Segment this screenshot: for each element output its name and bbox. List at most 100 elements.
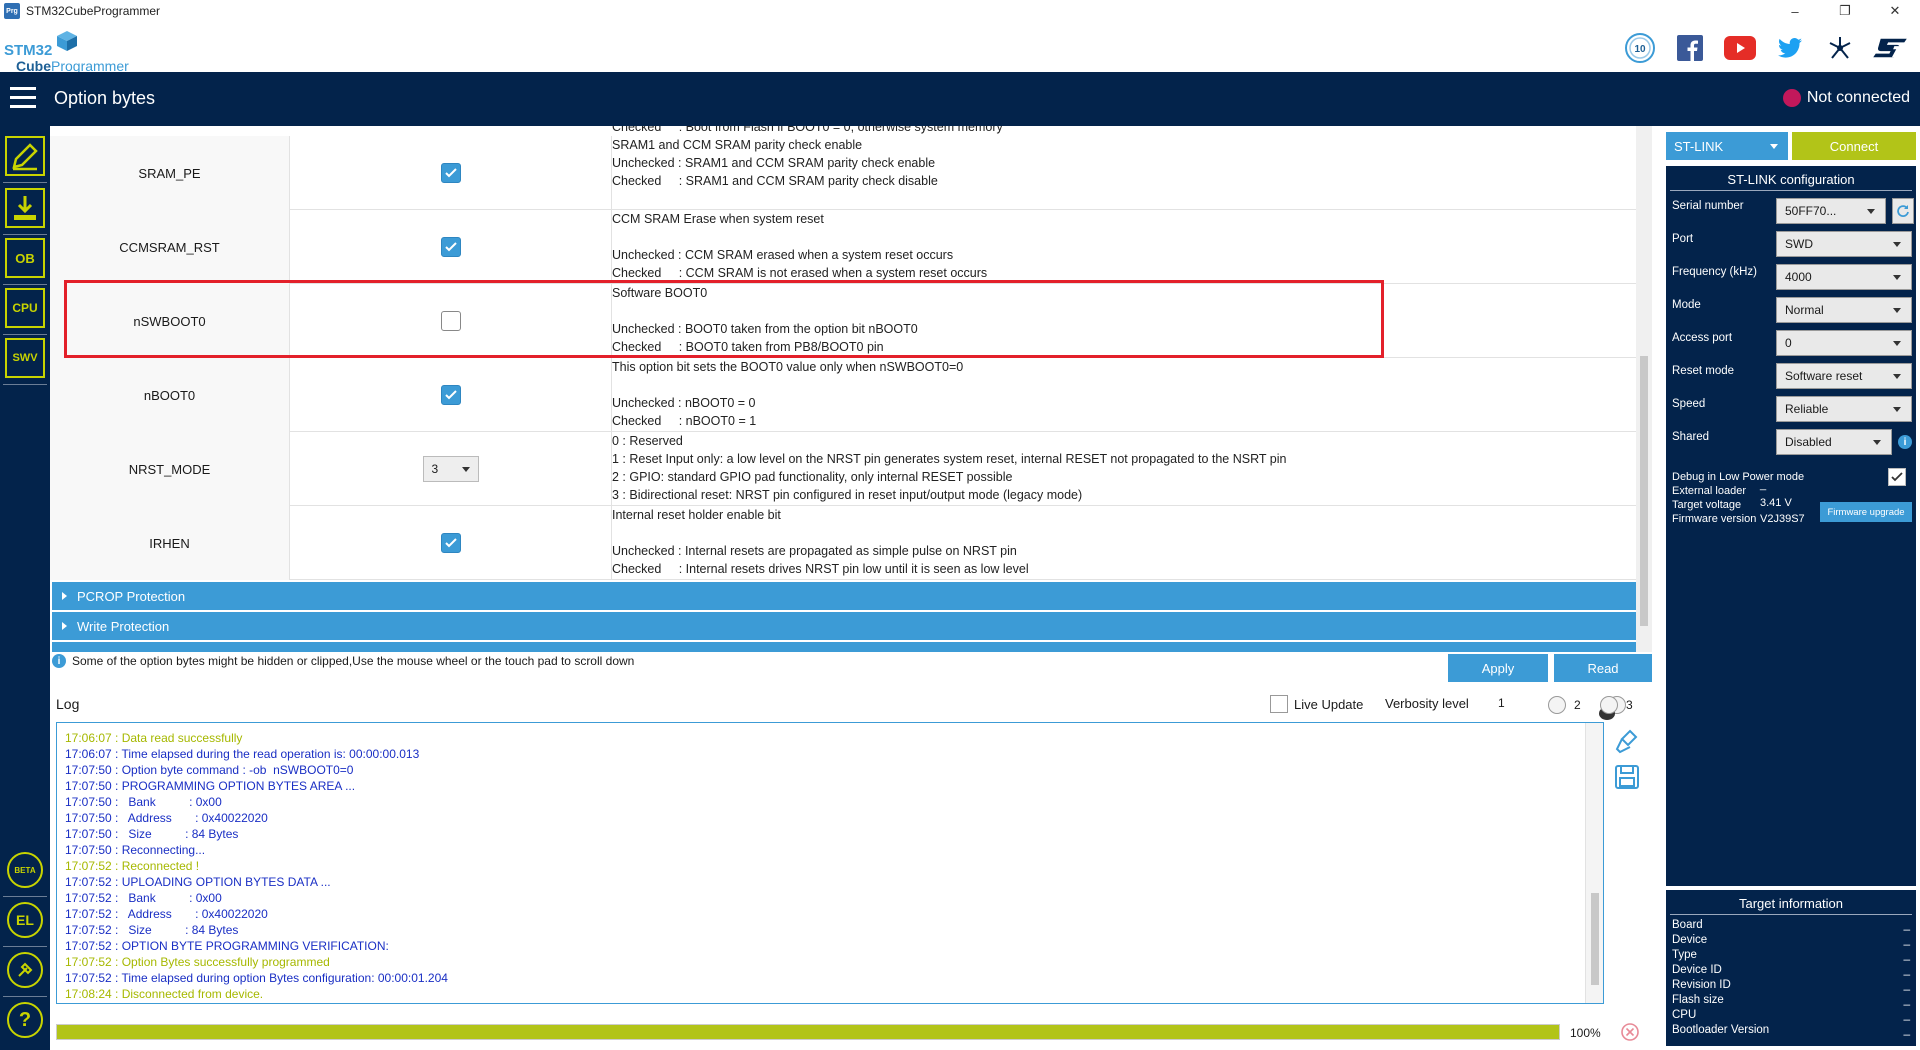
minimize-button[interactable]: – [1770,0,1820,22]
read-button[interactable]: Read [1554,654,1652,682]
radio-button[interactable] [1548,696,1566,714]
desc-line: Checked : SRAM1 and CCM SRAM parity chec… [612,174,938,188]
shared-info-icon[interactable]: i [1898,435,1912,449]
nrst-mode-select[interactable]: 3 [422,456,479,482]
nswboot0-checkbox[interactable] [440,311,461,331]
nboot0-checkbox[interactable] [440,385,461,405]
help-icon[interactable]: ? [7,1002,43,1038]
log-line: 17:07:52 : Size : 84 Bytes [65,923,239,937]
swv-icon[interactable]: SWV [5,338,45,378]
ob-name: CCMSRAM_RST [50,210,290,284]
ob-value [290,358,612,432]
network-icon[interactable] [1822,31,1858,65]
log-line: 17:07:52 : OPTION BYTE PROGRAMMING VERIF… [65,939,389,953]
security-icon[interactable] [7,952,43,988]
info-label: Device [1672,934,1708,946]
edit-memory-icon[interactable] [5,136,45,176]
target-voltage-label: Target voltage [1672,499,1742,511]
desc-line: Checked : nBOOT0 = 1 [612,414,757,428]
ob-value [290,506,612,580]
menu-icon[interactable] [10,87,36,109]
irhen-checkbox[interactable] [440,533,461,553]
status-dot-icon [1782,89,1801,107]
mode-select[interactable]: Normal [1776,297,1912,323]
refresh-icon[interactable] [1892,198,1914,224]
firmware-upgrade-button[interactable]: Firmware upgrade [1820,502,1912,522]
stm32cubeprogrammer-logo: STM32 CubeProgrammer [4,28,134,74]
progress-percent: 100% [1570,1026,1601,1040]
sidebar-divider [3,896,47,897]
cpu-icon[interactable]: CPU [5,288,45,328]
info-value: _ [1903,1009,1910,1021]
ccmsram-rst-checkbox[interactable] [440,237,461,257]
window-controls: – ❐ ✕ [1770,0,1920,22]
log-tools [1614,728,1646,790]
log-line: 17:07:52 : Bank : 0x00 [65,891,222,905]
option-bytes-scrollbar[interactable] [1636,126,1652,652]
desc-line: Checked : BOOT0 taken from PB8/BOOT0 pin [612,340,884,354]
download-icon[interactable] [5,188,45,228]
log-output[interactable]: 17:06:07 : Data read successfully 17:06:0… [56,722,1604,1004]
scrollbar-thumb[interactable] [1591,893,1599,985]
scrollbar-thumb[interactable] [1640,356,1648,626]
port-select[interactable]: SWD [1776,231,1912,257]
external-loader-icon[interactable]: EL [7,902,43,938]
sidebar-divider [3,334,47,335]
verbosity-radio-3[interactable]: 3 [1600,696,1633,714]
log-line: 17:07:50 : Bank : 0x00 [65,795,222,809]
desc-line: Unchecked : SRAM1 and CCM SRAM parity ch… [612,156,936,170]
log-line: 17:07:50 : Reconnecting... [65,843,206,857]
shared-select[interactable]: Disabled [1776,429,1892,455]
serial-number-select[interactable]: 50FF70... [1776,198,1886,224]
section-pcrop-protection[interactable]: PCROP Protection [52,582,1636,610]
frequency-select[interactable]: 4000 [1776,264,1912,290]
youtube-icon[interactable] [1722,31,1758,65]
beta-icon[interactable]: BETA [7,852,43,888]
verbosity-radio-2[interactable]: 2 [1548,696,1581,714]
apply-button[interactable]: Apply [1448,654,1548,682]
ob-name: NRST_MODE [50,432,290,506]
desc-line [612,302,1636,320]
info-label: Device ID [1672,964,1722,976]
target-info-row: Device ID _ [1672,963,1910,977]
save-log-icon[interactable] [1614,764,1640,790]
ob-row-nrst-mode: NRST_MODE 3 0 : Reserved 1 : Reset Input … [50,432,1636,506]
connection-status: Not connected [1782,89,1910,107]
facebook-icon[interactable] [1672,31,1708,65]
twitter-icon[interactable] [1772,31,1808,65]
sidebar-divider [3,284,47,285]
desc-line: 2 : GPIO: standard GPIO pad functionalit… [612,470,1013,484]
info-label: Type [1672,949,1697,961]
live-update-checkbox[interactable] [1270,695,1288,713]
speed-select[interactable]: Reliable [1776,396,1912,422]
sidebar-divider [3,946,47,947]
st-logo-icon[interactable] [1872,31,1908,65]
connection-status-text: Not connected [1806,89,1910,106]
target-info-row: Type _ [1672,948,1910,962]
external-loader-label: External loader [1672,485,1746,497]
reset-mode-select[interactable]: Software reset [1776,363,1912,389]
option-bytes-icon[interactable]: OB [5,238,45,278]
close-button[interactable]: ✕ [1870,0,1920,22]
live-update-toggle[interactable]: Live Update [1270,695,1363,713]
log-scrollbar[interactable] [1585,723,1603,1003]
radio-button[interactable] [1600,696,1618,714]
anniversary-icon[interactable]: 10 [1622,31,1658,65]
access-port-select[interactable]: 0 [1776,330,1912,356]
verbosity-radio-1[interactable]: 1 [1498,696,1626,720]
section-write-protection[interactable]: Write Protection [52,612,1636,640]
debug-low-power-checkbox[interactable] [1888,468,1906,486]
connect-button[interactable]: Connect [1792,132,1916,160]
section-secure-protection[interactable] [52,642,1636,652]
desc-line: Unchecked : Internal resets are propagat… [612,544,1017,558]
interface-select[interactable]: ST-LINK [1666,132,1788,160]
log-lines: 17:06:07 : Data read successfully 17:06:0… [65,730,1575,1002]
restore-button[interactable]: ❐ [1820,0,1870,22]
cancel-icon[interactable] [1620,1022,1640,1042]
radio-label: 3 [1626,698,1633,712]
progress-bar [56,1024,1560,1040]
log-line: 17:06:07 : Data read successfully [65,731,243,745]
sram-pe-checkbox[interactable] [440,163,461,183]
clear-log-icon[interactable] [1614,728,1640,754]
field-label: Serial number [1672,200,1744,212]
